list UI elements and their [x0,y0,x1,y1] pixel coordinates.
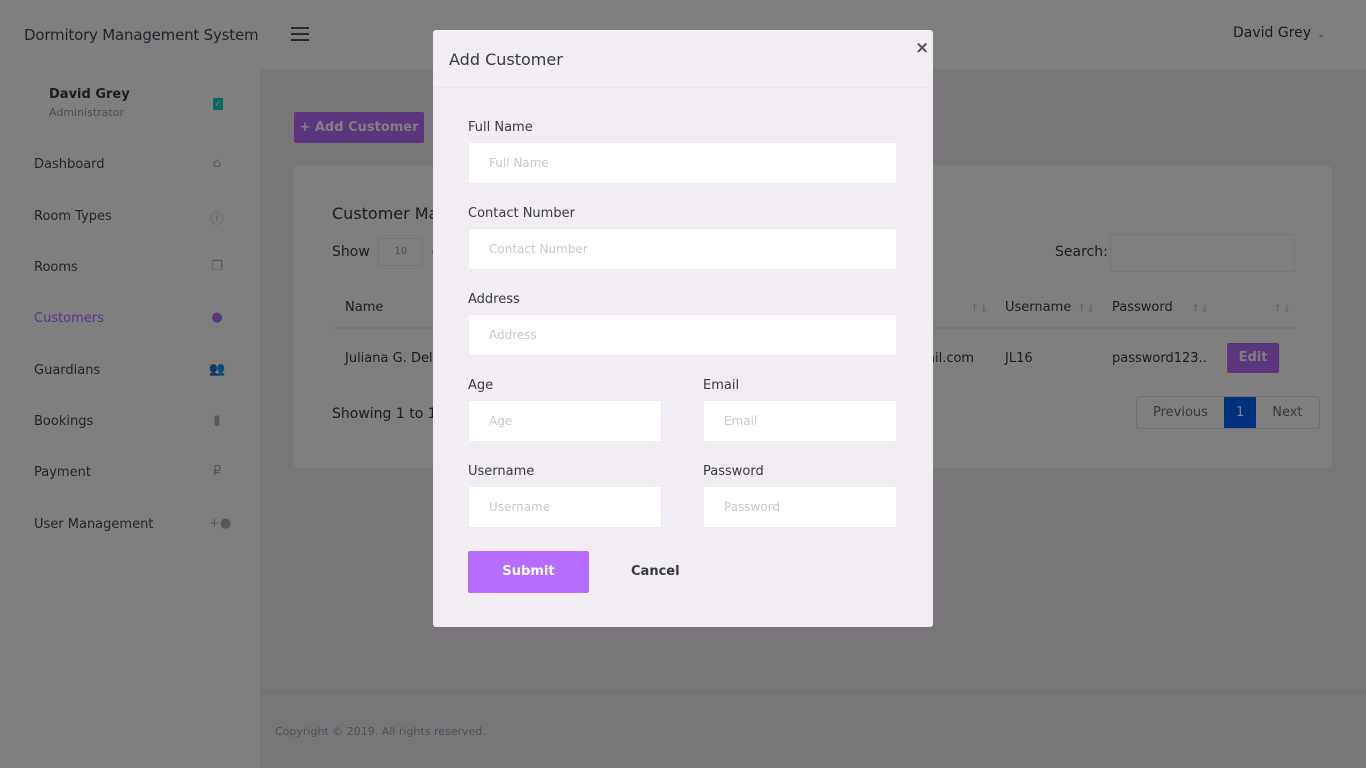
submit-button[interactable]: Submit [468,551,589,593]
contact-number-label: Contact Number [468,206,575,221]
address-field[interactable] [468,314,897,356]
username-label: Username [468,464,535,479]
modal-title: Add Customer [449,50,563,69]
full-name-field[interactable] [468,142,897,184]
contact-number-field[interactable] [468,228,897,270]
username-field[interactable] [468,486,662,528]
close-icon[interactable]: × [915,38,929,58]
password-field[interactable] [703,486,897,528]
age-field[interactable] [468,400,662,442]
modal-header-divider [433,87,933,88]
age-label: Age [468,378,494,393]
address-label: Address [468,292,520,307]
email-label: Email [703,378,740,393]
email-field[interactable] [703,400,897,442]
full-name-label: Full Name [468,120,533,135]
password-label: Password [703,464,764,479]
add-customer-modal: Add Customer × Full Name Contact Number … [433,30,933,627]
cancel-button[interactable]: Cancel [631,564,680,579]
